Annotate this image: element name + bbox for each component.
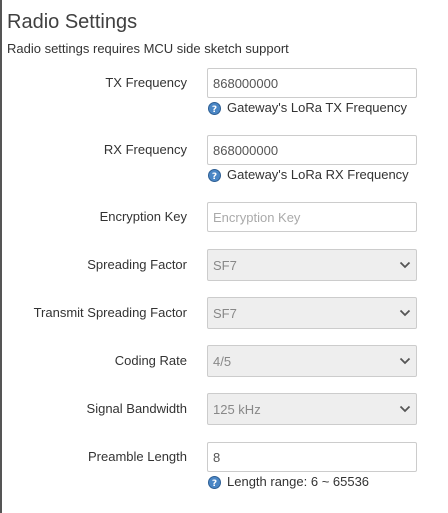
svg-text:?: ? — [212, 172, 217, 182]
rx-frequency-input[interactable] — [207, 135, 417, 165]
chevron-down-icon — [399, 261, 411, 269]
chevron-down-icon — [399, 357, 411, 365]
tx-frequency-help-text: Gateway's LoRa TX Frequency — [227, 100, 407, 115]
spreading-factor-selected-value: SF7 — [213, 258, 237, 273]
chevron-down-icon — [399, 405, 411, 413]
coding-rate-selected-value: 4/5 — [213, 354, 232, 369]
transmit-spreading-factor-selected-value: SF7 — [213, 306, 237, 321]
page-description: Radio settings requires MCU side sketch … — [7, 41, 289, 56]
coding-rate-label: Coding Rate — [114, 353, 187, 368]
tx-frequency-label: TX Frequency — [105, 75, 187, 90]
preamble-length-label: Preamble Length — [87, 449, 187, 464]
left-border — [0, 0, 2, 513]
help-icon: ? — [208, 169, 221, 182]
signal-bandwidth-select[interactable]: 125 kHz — [207, 393, 417, 425]
rx-frequency-label: RX Frequency — [103, 142, 187, 157]
encryption-key-label: Encryption Key — [99, 209, 187, 224]
preamble-length-help-text: Length range: 6 ~ 65536 — [227, 474, 370, 489]
encryption-key-input[interactable] — [207, 202, 417, 232]
rx-frequency-help-text: Gateway's LoRa RX Frequency — [227, 167, 409, 182]
transmit-spreading-factor-select[interactable]: SF7 — [207, 297, 417, 329]
tx-frequency-input[interactable] — [207, 68, 417, 98]
help-icon: ? — [208, 476, 221, 489]
chevron-down-icon — [399, 309, 411, 317]
preamble-length-input[interactable] — [207, 442, 417, 472]
transmit-spreading-factor-label: Transmit Spreading Factor — [33, 305, 187, 320]
page-title: Radio Settings — [7, 11, 138, 33]
signal-bandwidth-label: Signal Bandwidth — [86, 401, 187, 416]
svg-text:?: ? — [212, 479, 217, 489]
coding-rate-select[interactable]: 4/5 — [207, 345, 417, 377]
spreading-factor-label: Spreading Factor — [87, 257, 187, 272]
signal-bandwidth-selected-value: 125 kHz — [213, 402, 261, 417]
help-icon: ? — [208, 102, 221, 115]
spreading-factor-select[interactable]: SF7 — [207, 249, 417, 281]
svg-text:?: ? — [212, 105, 217, 115]
